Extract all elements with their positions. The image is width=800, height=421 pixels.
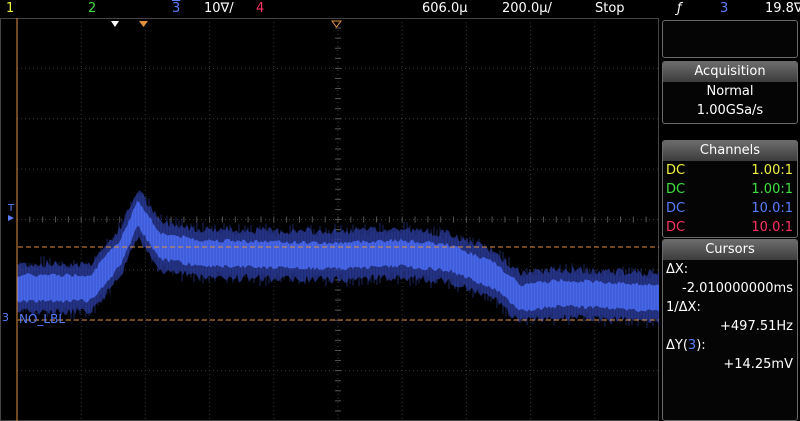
channels-title: Channels xyxy=(663,141,797,161)
channel-row: DC 1.00:1 xyxy=(663,161,797,180)
channels-section[interactable]: Channels DC 1.00:1 DC 1.00:1 DC 10.0:1 D… xyxy=(662,140,798,238)
delta-x-value: -2.010000000ms xyxy=(682,281,793,296)
channel-1-probe: 1.00:1 xyxy=(751,163,793,178)
cursor-row: +14.25mV xyxy=(663,355,797,374)
delta-y-prefix: ΔY( xyxy=(666,338,688,353)
time-position: 606.0µ xyxy=(422,1,468,16)
channel-4-indicator[interactable]: 4 xyxy=(256,0,264,18)
trigger-level-marker[interactable] xyxy=(8,215,14,221)
channel-1-coupling: DC xyxy=(666,163,686,178)
channel-4-coupling: DC xyxy=(666,220,686,235)
delta-x-label: ΔX: xyxy=(666,262,689,277)
channel-3-ground-marker[interactable]: 3 xyxy=(2,311,9,324)
trigger-level: 19.8∇ xyxy=(765,1,800,16)
cursor-row: ΔX: xyxy=(663,260,797,279)
channel-3-scale: 10∇/ xyxy=(204,1,234,16)
channel-1-indicator[interactable]: 1 xyxy=(6,0,14,18)
panel-spacer xyxy=(662,20,798,58)
acquisition-rate: 1.00GSa/s xyxy=(696,103,764,118)
waveform-graticule xyxy=(0,18,659,421)
waveform-display[interactable]: T 3 NO_LBL xyxy=(0,18,659,421)
channel-2-coupling: DC xyxy=(666,182,686,197)
channel-row: DC 10.0:1 xyxy=(663,199,797,218)
channel-3-coupling: DC xyxy=(666,201,686,216)
channel-row: DC 1.00:1 xyxy=(663,180,797,199)
cursors-section[interactable]: Cursors ΔX: -2.010000000ms 1/ΔX: +497.51… xyxy=(662,239,798,421)
inverse-delta-x-label: 1/ΔX: xyxy=(666,300,701,315)
graticule-grid xyxy=(0,18,659,421)
cursor-row: -2.010000000ms xyxy=(663,279,797,298)
side-panel: Acquisition Normal 1.00GSa/s Channels DC… xyxy=(660,18,800,421)
delta-y-channel: 3 xyxy=(687,338,697,353)
delta-y-label: ΔY(3): xyxy=(666,336,706,355)
channel-4-probe: 10.0:1 xyxy=(751,220,793,235)
delta-y-suffix: ): xyxy=(696,338,706,353)
inverse-delta-x-value: +497.51Hz xyxy=(720,319,793,334)
acquisition-mode: Normal xyxy=(706,84,754,99)
run-state[interactable]: Stop xyxy=(595,0,625,18)
channel-label: NO_LBL xyxy=(19,312,66,326)
status-bar: 1 2 3 10∇/ 4 606.0µ 200.0µ/ Stop ƒ 3 19.… xyxy=(0,0,800,18)
channel-row: DC 10.0:1 xyxy=(663,218,797,237)
trigger-edge-icon: ƒ xyxy=(677,1,682,16)
trigger-level-label: T xyxy=(8,203,15,214)
trigger-source: 3 xyxy=(720,1,729,16)
channel-3-probe: 10.0:1 xyxy=(751,201,793,216)
channel-2-probe: 1.00:1 xyxy=(751,182,793,197)
delta-y-value: +14.25mV xyxy=(723,357,793,372)
cursors-title: Cursors xyxy=(663,240,797,260)
acquisition-title: Acquisition xyxy=(663,62,797,82)
channel-3-indicator[interactable]: 3 xyxy=(172,0,180,18)
cursor-row: ΔY(3): xyxy=(663,336,797,355)
cursor-row: +497.51Hz xyxy=(663,317,797,336)
cursor-row: 1/ΔX: xyxy=(663,298,797,317)
acquisition-section[interactable]: Acquisition Normal 1.00GSa/s xyxy=(662,61,798,124)
channel-2-indicator[interactable]: 2 xyxy=(88,0,96,18)
time-scale: 200.0µ/ xyxy=(502,1,552,16)
